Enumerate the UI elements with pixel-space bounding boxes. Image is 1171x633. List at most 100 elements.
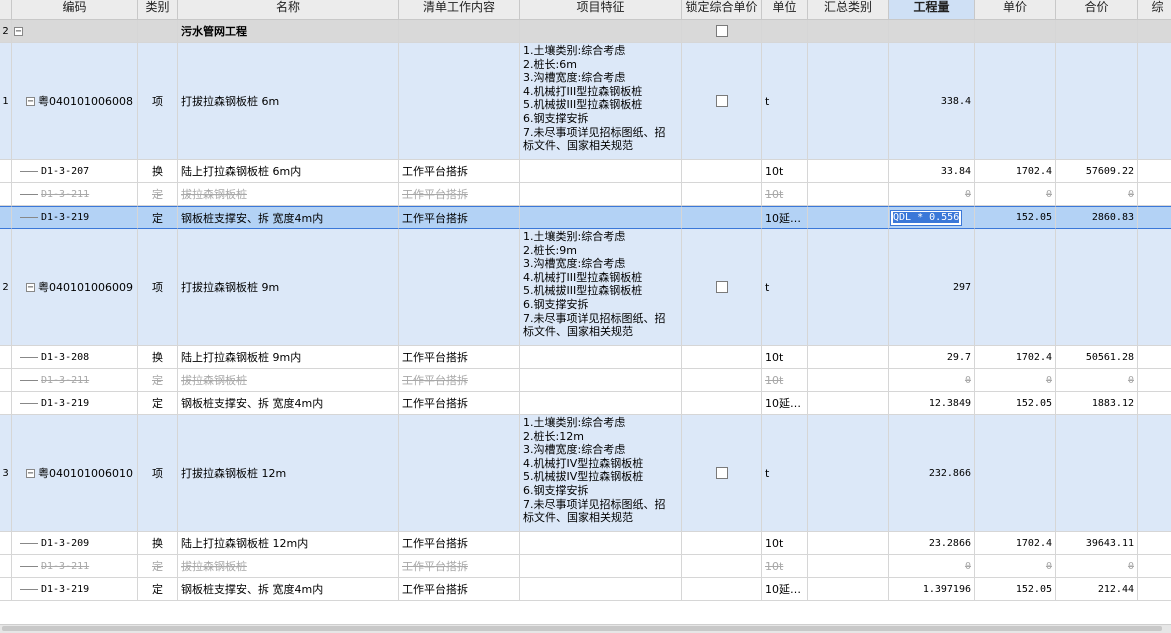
unit-cell[interactable]: 10t [762, 346, 808, 369]
collapse-toggle-icon[interactable]: − [14, 26, 23, 36]
bill-item-row[interactable]: 3− 粤040101006010 项打拔拉森钢板桩 12m 1.土壤类别:综合考虑 2.… [0, 415, 1171, 532]
unit-cell[interactable]: t [762, 43, 808, 160]
lock-price-cell[interactable] [682, 415, 762, 532]
quota-row[interactable]: D1-3-219 定 钢板桩支撑安、拆 宽度4m内 工作平台搭拆 10延… 1.39719… [0, 578, 1171, 601]
category-cell[interactable]: 定 [138, 578, 178, 601]
category-cell[interactable]: 项 [138, 415, 178, 532]
work-content-cell[interactable]: 工作平台搭拆 [399, 160, 520, 183]
category-cell[interactable]: 定 [138, 183, 178, 206]
quantity-cell[interactable]: 33.84 [889, 160, 975, 183]
code-cell[interactable]: D1-3-219 [12, 392, 138, 415]
summary-category-cell[interactable] [808, 229, 889, 346]
lock-price-checkbox[interactable] [715, 95, 728, 107]
work-content-cell[interactable]: 工作平台搭拆 [399, 369, 520, 392]
quantity-cell[interactable]: QDL * 0.556 [889, 206, 975, 229]
more-cell[interactable] [1138, 415, 1171, 532]
features-cell[interactable] [520, 20, 682, 43]
unit-price-cell[interactable]: 0 [975, 369, 1056, 392]
quantity-cell[interactable]: 29.7 [889, 346, 975, 369]
work-content-cell[interactable]: 工作平台搭拆 [399, 183, 520, 206]
unit-cell[interactable]: t [762, 415, 808, 532]
quantity-cell[interactable]: 12.3849 [889, 392, 975, 415]
more-cell[interactable] [1138, 532, 1171, 555]
category-cell[interactable]: 项 [138, 229, 178, 346]
header-more[interactable]: 综 [1138, 0, 1171, 19]
category-cell[interactable]: 换 [138, 532, 178, 555]
total-cell[interactable]: 212.44 [1056, 578, 1138, 601]
quota-row[interactable]: D1-3-207 换 陆上打拉森钢板桩 6m内 工作平台搭拆 10t 33.84 1702.… [0, 160, 1171, 183]
quota-row[interactable]: D1-3-211 定 拔拉森钢板桩 工作平台搭拆 10t 0 0 0 [0, 555, 1171, 578]
total-cell[interactable]: 0 [1056, 183, 1138, 206]
name-cell[interactable]: 打拔拉森钢板桩 12m [178, 415, 399, 532]
features-cell[interactable] [520, 532, 682, 555]
unit-cell[interactable]: t [762, 229, 808, 346]
summary-category-cell[interactable] [808, 578, 889, 601]
name-cell[interactable]: 拔拉森钢板桩 [178, 369, 399, 392]
unit-price-cell[interactable]: 152.05 [975, 578, 1056, 601]
quantity-cell[interactable]: 1.397196 [889, 578, 975, 601]
total-cell[interactable]: 57609.22 [1056, 160, 1138, 183]
features-cell[interactable] [520, 578, 682, 601]
category-cell[interactable]: 换 [138, 160, 178, 183]
features-cell[interactable] [520, 206, 682, 229]
work-content-cell[interactable]: 工作平台搭拆 [399, 392, 520, 415]
lock-price-checkbox[interactable] [715, 281, 728, 293]
group-row[interactable]: 2− 污水管网工程 [0, 20, 1171, 43]
work-content-cell[interactable]: 工作平台搭拆 [399, 206, 520, 229]
header-total[interactable]: 合价 [1056, 0, 1138, 19]
code-cell[interactable]: D1-3-211 [12, 369, 138, 392]
more-cell[interactable] [1138, 392, 1171, 415]
summary-category-cell[interactable] [808, 532, 889, 555]
unit-cell[interactable]: 10延… [762, 578, 808, 601]
total-cell[interactable] [1056, 43, 1138, 160]
summary-category-cell[interactable] [808, 206, 889, 229]
unit-price-cell[interactable]: 152.05 [975, 206, 1056, 229]
code-cell[interactable]: D1-3-211 [12, 555, 138, 578]
unit-price-cell[interactable]: 1702.4 [975, 532, 1056, 555]
work-content-cell[interactable] [399, 415, 520, 532]
total-cell[interactable] [1056, 229, 1138, 346]
unit-cell[interactable]: 10t [762, 532, 808, 555]
quantity-cell[interactable]: 0 [889, 555, 975, 578]
collapse-toggle-icon[interactable]: − [26, 96, 35, 106]
work-content-cell[interactable] [399, 43, 520, 160]
header-code[interactable]: 编码 [12, 0, 138, 19]
work-content-cell[interactable]: 工作平台搭拆 [399, 346, 520, 369]
unit-cell[interactable]: 10延… [762, 392, 808, 415]
lock-price-cell[interactable] [682, 346, 762, 369]
lock-price-cell[interactable] [682, 160, 762, 183]
code-cell[interactable]: D1-3-209 [12, 532, 138, 555]
name-cell[interactable]: 钢板桩支撑安、拆 宽度4m内 [178, 578, 399, 601]
header-features[interactable]: 项目特征 [520, 0, 682, 19]
quota-row[interactable]: D1-3-219 定 钢板桩支撑安、拆 宽度4m内 工作平台搭拆 10延… 12.3849… [0, 392, 1171, 415]
more-cell[interactable] [1138, 160, 1171, 183]
features-cell[interactable] [520, 183, 682, 206]
lock-price-cell[interactable] [682, 369, 762, 392]
more-cell[interactable] [1138, 555, 1171, 578]
unit-cell[interactable]: 10t [762, 183, 808, 206]
lock-price-cell[interactable] [682, 392, 762, 415]
unit-cell[interactable]: 10延… [762, 206, 808, 229]
total-cell[interactable]: 1883.12 [1056, 392, 1138, 415]
more-cell[interactable] [1138, 229, 1171, 346]
lock-price-cell[interactable] [682, 555, 762, 578]
unit-cell[interactable]: 10t [762, 160, 808, 183]
header-category[interactable]: 类别 [138, 0, 178, 19]
header-work-content[interactable]: 清单工作内容 [399, 0, 520, 19]
category-cell[interactable]: 定 [138, 369, 178, 392]
features-cell[interactable]: 1.土壤类别:综合考虑 2.桩长:6m 3.沟槽宽度:综合考虑 4.机械打III型拉森… [520, 43, 682, 160]
quota-row[interactable]: D1-3-209 换 陆上打拉森钢板桩 12m内 工作平台搭拆 10t 23.2866 17… [0, 532, 1171, 555]
header-summary-category[interactable]: 汇总类别 [808, 0, 889, 19]
quantity-cell[interactable]: 0 [889, 183, 975, 206]
features-cell[interactable] [520, 346, 682, 369]
name-cell[interactable]: 拔拉森钢板桩 [178, 555, 399, 578]
lock-price-cell[interactable] [682, 183, 762, 206]
code-cell[interactable]: − 粤040101006009 [12, 229, 138, 346]
name-cell[interactable]: 陆上打拉森钢板桩 12m内 [178, 532, 399, 555]
scrollbar-thumb[interactable] [2, 626, 1162, 631]
more-cell[interactable] [1138, 20, 1171, 43]
unit-price-cell[interactable] [975, 43, 1056, 160]
quantity-cell[interactable] [889, 20, 975, 43]
total-cell[interactable]: 2860.83 [1056, 206, 1138, 229]
quantity-cell[interactable]: 0 [889, 369, 975, 392]
